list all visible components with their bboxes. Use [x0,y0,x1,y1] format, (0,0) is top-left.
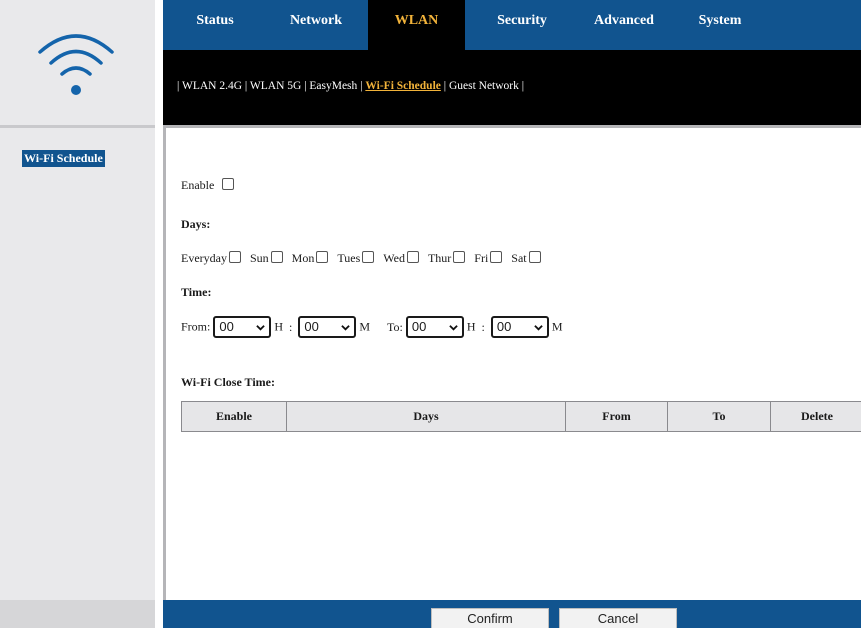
subnav-wlan-24g[interactable]: WLAN 2.4G [182,80,242,92]
tab-status[interactable]: Status [182,0,248,50]
day-label-sat: Sat [511,251,527,265]
day-checkbox-sat[interactable] [528,251,541,263]
day-label-tues: Tues [337,251,361,265]
time-colon: : [481,319,485,334]
to-label: To: [387,319,403,334]
day-checkbox-fri[interactable] [490,251,503,263]
day-label-wed: Wed [383,251,405,265]
minute-unit: M [359,319,371,334]
tab-advanced[interactable]: Advanced [577,0,671,50]
cancel-button[interactable]: Cancel [559,608,677,628]
enable-row: Enable [181,178,235,193]
from-hour-select[interactable]: 00 [213,316,272,338]
subnav-separator: | [443,80,447,92]
from-minute-select[interactable]: 00 [298,316,357,338]
tab-network[interactable]: Network [277,0,355,50]
footer-left [0,600,155,628]
hour-unit: H [466,319,476,334]
day-checkbox-sun[interactable] [270,251,283,263]
day-checkbox-thur[interactable] [453,251,466,263]
time-colon: : [289,319,293,334]
to-hour-select[interactable]: 00 [405,316,464,338]
tab-wlan[interactable]: WLAN [368,0,465,50]
day-label-fri: Fri [474,251,489,265]
from-label: From: [181,319,211,334]
days-label: Days: [181,217,211,231]
hour-unit: H [274,319,284,334]
table-header-row: Enable Days From To Delete [181,401,861,432]
wifi-close-time-label: Wi-Fi Close Time: [181,375,275,389]
time-label: Time: [181,285,212,299]
day-checkbox-everyday[interactable] [228,251,241,263]
subnav-guest-network[interactable]: Guest Network [449,80,519,92]
day-label-mon: Mon [291,251,315,265]
main-content: Enable Days: Everyday Sun Mon Tues Wed T… [163,125,861,600]
chevron-down-icon [449,325,458,331]
chevron-down-icon [341,325,351,331]
sidebar-item-wifi-schedule[interactable]: Wi-Fi Schedule [22,150,105,167]
subnav-separator: | [244,80,248,92]
subnav-separator: | [360,80,363,92]
tab-system[interactable]: System [683,0,757,50]
subnav-separator: | [304,80,307,92]
to-minute-value: 00 [496,319,512,334]
subnav-easymesh[interactable]: EasyMesh [309,80,357,92]
subnav-wlan-5g[interactable]: WLAN 5G [250,80,301,92]
subnav-separator: | [177,80,180,92]
column-header-from: From [565,401,668,432]
to-minute-select[interactable]: 00 [490,316,549,338]
enable-checkbox[interactable] [222,178,235,190]
day-checkbox-tues[interactable] [362,251,375,263]
subnav-separator: | [521,80,525,92]
day-label-sun: Sun [249,251,269,265]
sub-nav: | WLAN 2.4G | WLAN 5G | EasyMesh | Wi-Fi… [163,50,861,125]
from-hour-value: 00 [219,319,234,334]
days-row: Everyday Sun Mon Tues Wed Thur Fri Sat [181,251,547,266]
sidebar: Wi-Fi Schedule [0,125,155,600]
to-hour-value: 00 [411,319,427,334]
time-row: From: 00 H : 00 M To: 00 H : 00 M [181,316,563,338]
wifi-icon [38,34,114,95]
day-label-everyday: Everyday [181,251,227,265]
tab-security[interactable]: Security [481,0,563,50]
day-label-thur: Thur [427,251,452,265]
column-header-enable: Enable [181,401,287,432]
chevron-down-icon [256,325,266,331]
enable-label: Enable [181,178,215,192]
schedule-table: Enable Days From To Delete [181,401,861,432]
column-header-delete: Delete [770,401,861,432]
day-checkbox-mon[interactable] [316,251,329,263]
column-header-to: To [667,401,771,432]
top-nav: Status Network WLAN Security Advanced Sy… [163,0,861,50]
chevron-down-icon [534,325,543,331]
confirm-button[interactable]: Confirm [431,608,549,628]
subnav-wifi-schedule[interactable]: Wi-Fi Schedule [365,80,441,92]
from-minute-value: 00 [304,319,319,334]
logo-panel [0,0,155,125]
footer-bar: Confirm Cancel [163,600,861,628]
day-checkbox-wed[interactable] [406,251,419,263]
minute-unit: M [551,319,563,334]
column-header-days: Days [286,401,566,432]
